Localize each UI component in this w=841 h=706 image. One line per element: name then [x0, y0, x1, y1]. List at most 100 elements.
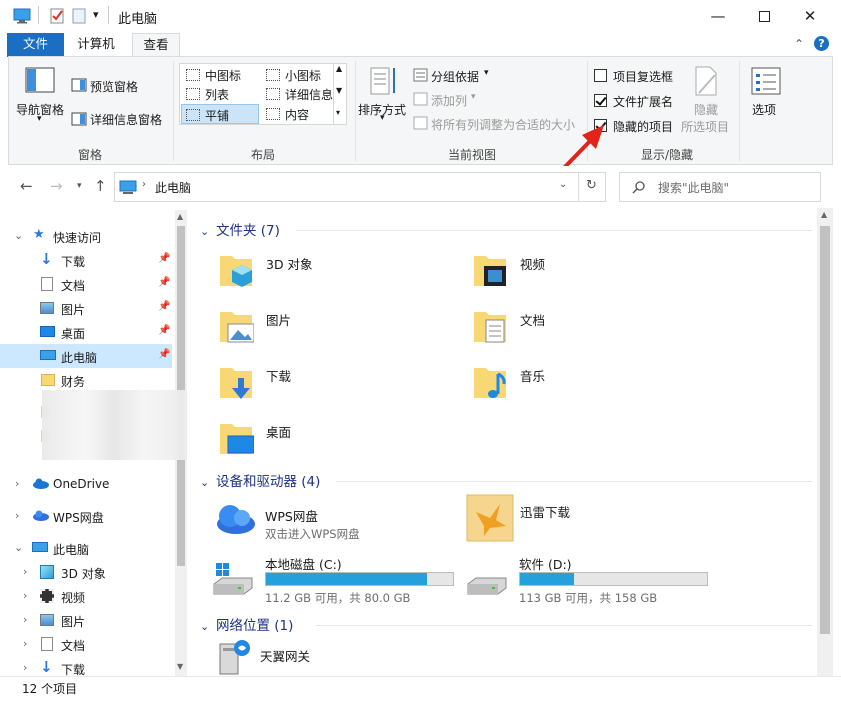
layout-tiles[interactable]: 平铺 — [181, 104, 259, 124]
sort-dropdown-icon[interactable]: ▾ — [380, 113, 385, 123]
tab-computer[interactable]: 计算机 — [66, 33, 126, 57]
expand-chevron-icon[interactable]: › — [23, 661, 27, 674]
expand-chevron-icon[interactable]: › — [15, 477, 19, 490]
folder-downloads[interactable]: 下载 — [218, 358, 458, 408]
layout-small-icons[interactable]: 小图标 — [262, 65, 342, 85]
file-extensions-checkbox[interactable] — [594, 94, 607, 107]
pane-group-label: 窗格 — [77, 148, 102, 162]
customize-qat-icon[interactable]: ▾ — [93, 8, 99, 21]
wps-drive[interactable]: WPS网盘 双击进入WPS网盘 — [212, 498, 462, 548]
xunlei-download[interactable]: 迅雷下载 — [466, 494, 706, 544]
nav-quick-access[interactable]: ⌄ ★ 快速访问 — [0, 224, 172, 248]
collapse-chevron-icon[interactable]: ⌄ — [200, 225, 216, 238]
content-scroll-thumb[interactable] — [820, 226, 830, 634]
expand-chevron-icon[interactable]: › — [23, 613, 27, 626]
expand-chevron-icon[interactable]: ⌄ — [14, 229, 23, 242]
item-checkboxes-checkbox[interactable] — [594, 69, 607, 82]
recent-locations-icon[interactable]: ▾ — [77, 181, 82, 191]
pin-icon[interactable]: 📌 — [158, 277, 170, 288]
expand-chevron-icon[interactable]: › — [23, 589, 27, 602]
pin-icon[interactable]: 📌 — [158, 325, 170, 336]
drive-d-usage-fill — [520, 573, 575, 585]
tab-view[interactable]: 查看 — [132, 33, 180, 58]
close-button[interactable]: ✕ — [787, 0, 833, 32]
nav-videos[interactable]: › 视频 — [0, 584, 172, 608]
nav-onedrive[interactable]: › OneDrive — [0, 472, 172, 496]
collapse-ribbon-icon[interactable]: ⌃ — [794, 37, 804, 51]
navigation-bar: ← → ▾ ↑ › 此电脑 ⌄ ↻ 搜索"此电脑" — [0, 166, 841, 206]
layout-scroll[interactable]: ▲ ▼ ▾ — [333, 64, 346, 124]
search-box[interactable]: 搜索"此电脑" — [619, 172, 821, 202]
help-icon[interactable]: ? — [814, 36, 829, 51]
drive-c[interactable]: 本地磁盘 (C:) 11.2 GB 可用，共 80.0 GB — [212, 552, 462, 612]
nav-this-pc[interactable]: ⌄ 此电脑 — [0, 536, 172, 560]
details-pane-button[interactable]: 详细信息窗格 — [90, 111, 162, 128]
folders-section-header[interactable]: ⌄ 文件夹 (7) — [200, 219, 280, 239]
content-scrollbar[interactable]: ▲ — [817, 208, 833, 676]
maximize-button[interactable] — [741, 0, 787, 32]
preview-pane-button[interactable]: 预览窗格 — [90, 78, 138, 95]
folder-music[interactable]: 音乐 — [472, 358, 712, 408]
options-button[interactable]: 选项 — [752, 101, 776, 118]
address-bar[interactable]: › 此电脑 ⌄ ↻ — [114, 172, 606, 202]
nav-pictures[interactable]: 图片 📌 — [0, 296, 172, 320]
scroll-up-icon[interactable]: ▲ — [821, 210, 827, 219]
up-icon[interactable]: ↑ — [94, 177, 107, 195]
nav-documents[interactable]: 文档 📌 — [0, 272, 172, 296]
nav-this-pc-quick[interactable]: 此电脑 📌 — [0, 344, 172, 368]
address-dropdown-icon[interactable]: ⌄ — [559, 179, 567, 190]
nav-hidden-folder[interactable] — [0, 424, 49, 448]
expand-chevron-icon[interactable]: › — [23, 637, 27, 650]
expand-chevron-icon[interactable]: ⌄ — [14, 541, 23, 554]
folder-desktop[interactable]: 桌面 — [218, 414, 458, 464]
nav-finance[interactable]: 财务 — [0, 368, 172, 392]
group-by-dropdown-icon[interactable]: ▾ — [484, 68, 489, 78]
nav-pc-pictures[interactable]: › 图片 — [0, 608, 172, 632]
section-divider — [316, 625, 812, 626]
add-column-dropdown-icon[interactable]: ▾ — [471, 92, 476, 102]
layout-medium-icons[interactable]: 中图标 — [182, 65, 262, 85]
nav-wps[interactable]: › WPS网盘 — [0, 504, 172, 528]
back-icon[interactable]: ← — [20, 177, 33, 195]
layout-details[interactable]: 详细信息 — [262, 84, 342, 104]
folder-3d-objects[interactable]: 3D 对象 — [218, 246, 458, 296]
breadcrumb-chevron-icon[interactable]: › — [142, 179, 146, 190]
collapse-chevron-icon[interactable]: ⌄ — [200, 620, 216, 633]
section-divider — [336, 481, 812, 482]
hide-selected-button[interactable]: 隐藏 — [694, 101, 718, 118]
refresh-icon[interactable]: ↻ — [586, 178, 597, 193]
folder-pictures[interactable]: 图片 — [218, 302, 458, 352]
add-column-button[interactable]: 添加列 — [431, 92, 467, 109]
new-folder-icon[interactable] — [72, 8, 86, 24]
expand-chevron-icon[interactable]: › — [15, 509, 19, 522]
nav-downloads[interactable]: ↓ 下载 📌 — [0, 248, 172, 272]
devices-section-header[interactable]: ⌄ 设备和驱动器 (4) — [200, 470, 320, 490]
nav-hidden-folder[interactable] — [0, 400, 49, 424]
pin-icon[interactable]: 📌 — [158, 301, 170, 312]
item-count: 12 个项目 — [22, 682, 78, 696]
expand-chevron-icon[interactable]: › — [23, 565, 27, 578]
tab-file[interactable]: 文件 — [7, 33, 64, 57]
layout-content[interactable]: 内容 — [262, 104, 342, 124]
layout-list[interactable]: 列表 — [182, 84, 262, 104]
scroll-down-icon[interactable]: ▼ — [177, 662, 183, 671]
pin-icon[interactable]: 📌 — [158, 253, 170, 264]
nav-pane-dropdown-icon[interactable]: ▾ — [37, 114, 42, 124]
properties-icon[interactable] — [49, 8, 65, 24]
qat-divider — [38, 6, 39, 24]
scroll-up-icon[interactable]: ▲ — [177, 212, 183, 221]
nav-3d-objects[interactable]: › 3D 对象 — [0, 560, 172, 584]
address-divider — [578, 173, 579, 201]
collapse-chevron-icon[interactable]: ⌄ — [200, 476, 216, 489]
drive-d[interactable]: 软件 (D:) 113 GB 可用，共 158 GB — [466, 552, 716, 612]
nav-desktop[interactable]: 桌面 📌 — [0, 320, 172, 344]
group-by-button[interactable]: 分组依据 — [431, 68, 479, 85]
forward-icon[interactable]: → — [50, 177, 63, 195]
minimize-button[interactable]: — — [695, 0, 741, 32]
pin-icon[interactable]: 📌 — [158, 349, 170, 360]
folder-documents[interactable]: 文档 — [472, 302, 712, 352]
network-section-header[interactable]: ⌄ 网络位置 (1) — [200, 614, 293, 634]
breadcrumb-this-pc[interactable]: 此电脑 — [155, 179, 191, 196]
nav-pc-documents[interactable]: › 文档 — [0, 632, 172, 656]
folder-videos[interactable]: 视频 — [472, 246, 712, 296]
